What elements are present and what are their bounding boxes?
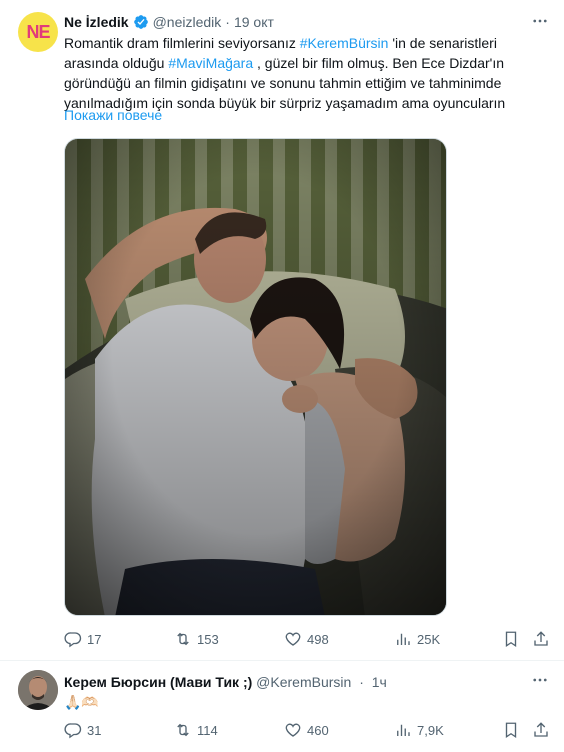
share-icon [534,631,548,646]
like-icon [285,632,301,646]
tweet-actions: 17 153 498 25K [64,629,550,649]
hashtag-link[interactable]: #KeremBürsin [300,35,389,51]
text-part: Romantik dram filmlerini seviyorsanız [64,35,300,51]
views-icon [397,724,410,736]
retweet-button[interactable]: 114 [174,721,218,739]
divider [0,660,564,661]
avatar-photo [18,670,58,710]
tweet-text: Romantik dram filmlerini seviyorsanız #K… [64,33,544,113]
reply-button[interactable]: 31 [64,721,101,739]
display-name[interactable]: Ne İzledik [64,13,129,31]
avatar[interactable] [18,670,58,710]
more-icon[interactable] [530,671,550,689]
more-icon[interactable] [530,12,550,30]
like-button[interactable]: 498 [284,630,329,648]
tweet-header: Керем Бюрсин (Мави Тик ;) @KeremBursin ·… [64,673,387,691]
tweet-header: Ne İzledik @neizledik · 19 окт [64,13,274,31]
share-icon [534,722,548,737]
bookmark-icon [505,722,517,739]
display-name[interactable]: Керем Бюрсин (Мави Тик ;) [64,674,252,690]
tweet-text: 🙏🏻🫶🏻 [64,694,99,710]
timestamp[interactable]: 1ч [372,674,387,690]
reply-icon [64,723,82,739]
photo-illustration [65,139,446,615]
reply-icon [64,632,82,648]
bookmark-icon [505,631,517,648]
separator: · [225,14,230,30]
avatar-logo: NE [26,21,50,42]
retweet-count: 114 [197,722,218,738]
reply-count: 17 [87,631,102,647]
like-icon [285,723,301,737]
show-more-link[interactable]: Покажи повече [64,107,162,123]
separator: · [359,674,364,690]
bookmark-button[interactable] [502,630,525,648]
like-count: 498 [307,631,329,647]
views-count: 7,9K [417,722,444,738]
views-icon [397,633,410,645]
hashtag-link[interactable]: #MaviMağara [168,55,253,71]
like-button[interactable]: 460 [284,721,329,739]
bookmark-button[interactable] [502,721,525,739]
like-count: 460 [307,722,329,738]
timestamp[interactable]: 19 окт [234,13,274,31]
retweet-button[interactable]: 153 [174,630,219,648]
verified-icon [133,15,148,29]
reply-button[interactable]: 17 [64,630,101,648]
retweet-icon [177,723,189,737]
views-count: 25K [417,631,441,647]
avatar[interactable]: NE [18,12,58,52]
share-button[interactable] [532,721,555,739]
handle[interactable]: @KeremBursin [256,674,351,690]
share-button[interactable] [532,630,555,648]
retweet-icon [177,632,189,646]
tweet-actions: 31 114 460 7,9K [64,720,550,740]
views-button[interactable]: 7,9K [394,721,444,739]
retweet-count: 153 [197,631,219,647]
views-button[interactable]: 25K [394,630,440,648]
tweet-photo[interactable] [64,138,447,616]
handle[interactable]: @neizledik [153,13,222,31]
reply-count: 31 [87,722,102,738]
